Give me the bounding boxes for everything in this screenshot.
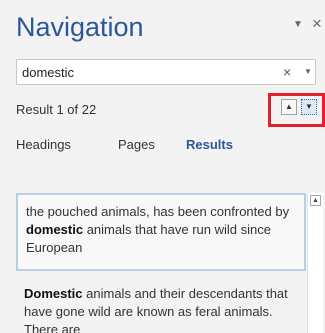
results-list: the pouched animals, has been confronted… [16,193,306,333]
scroll-up-icon[interactable]: ▲ [310,195,321,206]
results-scrollbar[interactable]: ▲ [307,193,323,333]
tab-pages[interactable]: Pages [118,137,155,152]
navigation-pane: Navigation ▼ × × ▼ Result 1 of 22 ▲ ▼ He… [0,0,325,333]
search-result-item[interactable]: Domestic animals and their descendants t… [16,277,306,333]
result-match-text: domestic [26,222,84,237]
next-result-button[interactable]: ▼ [301,99,317,115]
pane-options-icon[interactable]: ▼ [291,18,305,32]
clear-search-icon[interactable]: × [283,63,291,81]
result-match-text: Domestic [24,286,83,301]
result-count: Result 1 of 22 [16,102,97,117]
search-box[interactable]: × ▼ [16,59,316,85]
result-text-before: the pouched animals, has been confronted… [26,204,290,219]
pane-title: Navigation [16,12,144,42]
navigation-tabs: Headings Pages Results [0,134,325,158]
previous-result-button[interactable]: ▲ [281,99,297,115]
tab-results[interactable]: Results [186,137,233,152]
tab-headings[interactable]: Headings [16,137,71,152]
close-icon[interactable]: × [312,14,325,34]
search-options-dropdown-icon[interactable]: ▼ [304,66,312,78]
search-input[interactable] [22,63,272,81]
search-result-item[interactable]: the pouched animals, has been confronted… [16,193,306,271]
